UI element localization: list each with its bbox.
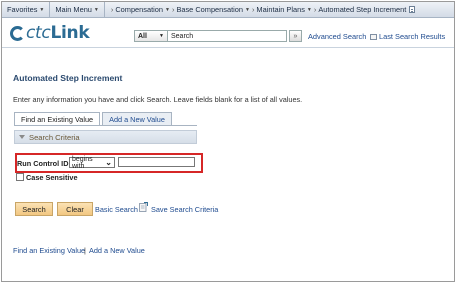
footer-find-existing-value-link[interactable]: Find an Existing Value (13, 246, 85, 255)
chevron-down-icon: ⌄ (105, 157, 112, 167)
search-criteria-header[interactable]: Search Criteria (14, 130, 197, 144)
search-input-value: Search (171, 32, 194, 40)
breadcrumb-label: Maintain Plans (256, 5, 305, 14)
advanced-search-link[interactable]: Advanced Search (308, 32, 366, 41)
last-search-results-label: Last Search Results (379, 32, 446, 41)
page-document-icon (409, 6, 416, 13)
basic-search-link[interactable]: Basic Search (95, 205, 138, 214)
save-search-criteria-icon[interactable] (139, 202, 148, 212)
logo-link-text: Link (50, 23, 90, 43)
breadcrumb-compensation[interactable]: › Compensation ▼ (109, 5, 170, 14)
footer-separator: | (84, 246, 86, 255)
case-sensitive-checkbox[interactable] (16, 173, 24, 181)
breadcrumb: › Compensation ▼ › Base Compensation ▼ ›… (105, 5, 416, 14)
breadcrumb-separator-icon: › (110, 5, 114, 14)
ctclink-logo: ctc Link (10, 23, 90, 43)
results-list-icon (370, 33, 377, 40)
search-scope-value: All (138, 32, 147, 40)
chevron-down-icon: ▼ (159, 33, 164, 39)
breadcrumb-label: Base Compensation (176, 5, 243, 14)
browser-frame: Favorites ▼ Main Menu ▼ › Compensation ▼ ›… (1, 1, 455, 282)
tab-underline (14, 125, 197, 126)
favorites-label: Favorites (7, 5, 38, 14)
breadcrumb-label: Automated Step Increment (318, 5, 407, 14)
chevron-down-icon: ▼ (39, 6, 45, 13)
header-divider (2, 47, 454, 48)
top-nav-bar: Favorites ▼ Main Menu ▼ › Compensation ▼ ›… (2, 2, 454, 18)
main-menu-label: Main Menu (55, 5, 92, 14)
page-title: Automated Step Increment (13, 73, 123, 83)
search-scope-select[interactable]: All ▼ (134, 30, 168, 42)
breadcrumb-separator-icon: › (313, 5, 317, 14)
last-search-results-link[interactable]: Last Search Results (370, 32, 445, 41)
clear-button[interactable]: Clear (57, 202, 93, 216)
tab-add-new-value[interactable]: Add a New Value (102, 112, 172, 125)
breadcrumb-automated-step-increment[interactable]: › Automated Step Increment (312, 5, 416, 14)
favorites-menu[interactable]: Favorites ▼ (2, 2, 51, 18)
search-input[interactable]: Search (168, 30, 287, 42)
operator-value: begins with (72, 155, 93, 170)
breadcrumb-base-compensation[interactable]: › Base Compensation ▼ (170, 5, 250, 14)
search-tabs: Find an Existing Value Add a New Value (14, 112, 174, 125)
save-search-criteria-link[interactable]: Save Search Criteria (151, 205, 218, 214)
breadcrumb-separator-icon: › (171, 5, 175, 14)
search-criteria-label: Search Criteria (29, 132, 80, 142)
logo-mark-icon (10, 25, 25, 41)
search-button[interactable]: Search (15, 202, 53, 216)
double-chevron-right-icon: » (293, 32, 298, 40)
case-sensitive-label: Case Sensitive (26, 173, 78, 182)
run-control-id-input[interactable] (118, 157, 195, 167)
logo-ctc-text: ctc (26, 23, 51, 43)
footer-add-new-value-link[interactable]: Add a New Value (89, 246, 145, 255)
global-search: All ▼ Search » (134, 30, 302, 42)
search-go-button[interactable]: » (289, 30, 302, 42)
header: ctc Link All ▼ Search » Advanced Search La… (2, 19, 454, 47)
instructions-text: Enter any information you have and click… (13, 95, 303, 104)
chevron-down-icon: ▼ (93, 6, 99, 13)
run-control-operator-select[interactable]: begins with ⌄ (69, 155, 115, 170)
breadcrumb-label: Compensation (115, 5, 164, 14)
collapse-triangle-icon (19, 135, 25, 139)
main-menu[interactable]: Main Menu ▼ (50, 2, 105, 18)
breadcrumb-maintain-plans[interactable]: › Maintain Plans ▼ (250, 5, 312, 14)
run-control-id-label: Run Control ID: (17, 159, 71, 168)
tab-find-existing-value[interactable]: Find an Existing Value (14, 112, 101, 125)
breadcrumb-separator-icon: › (251, 5, 255, 14)
